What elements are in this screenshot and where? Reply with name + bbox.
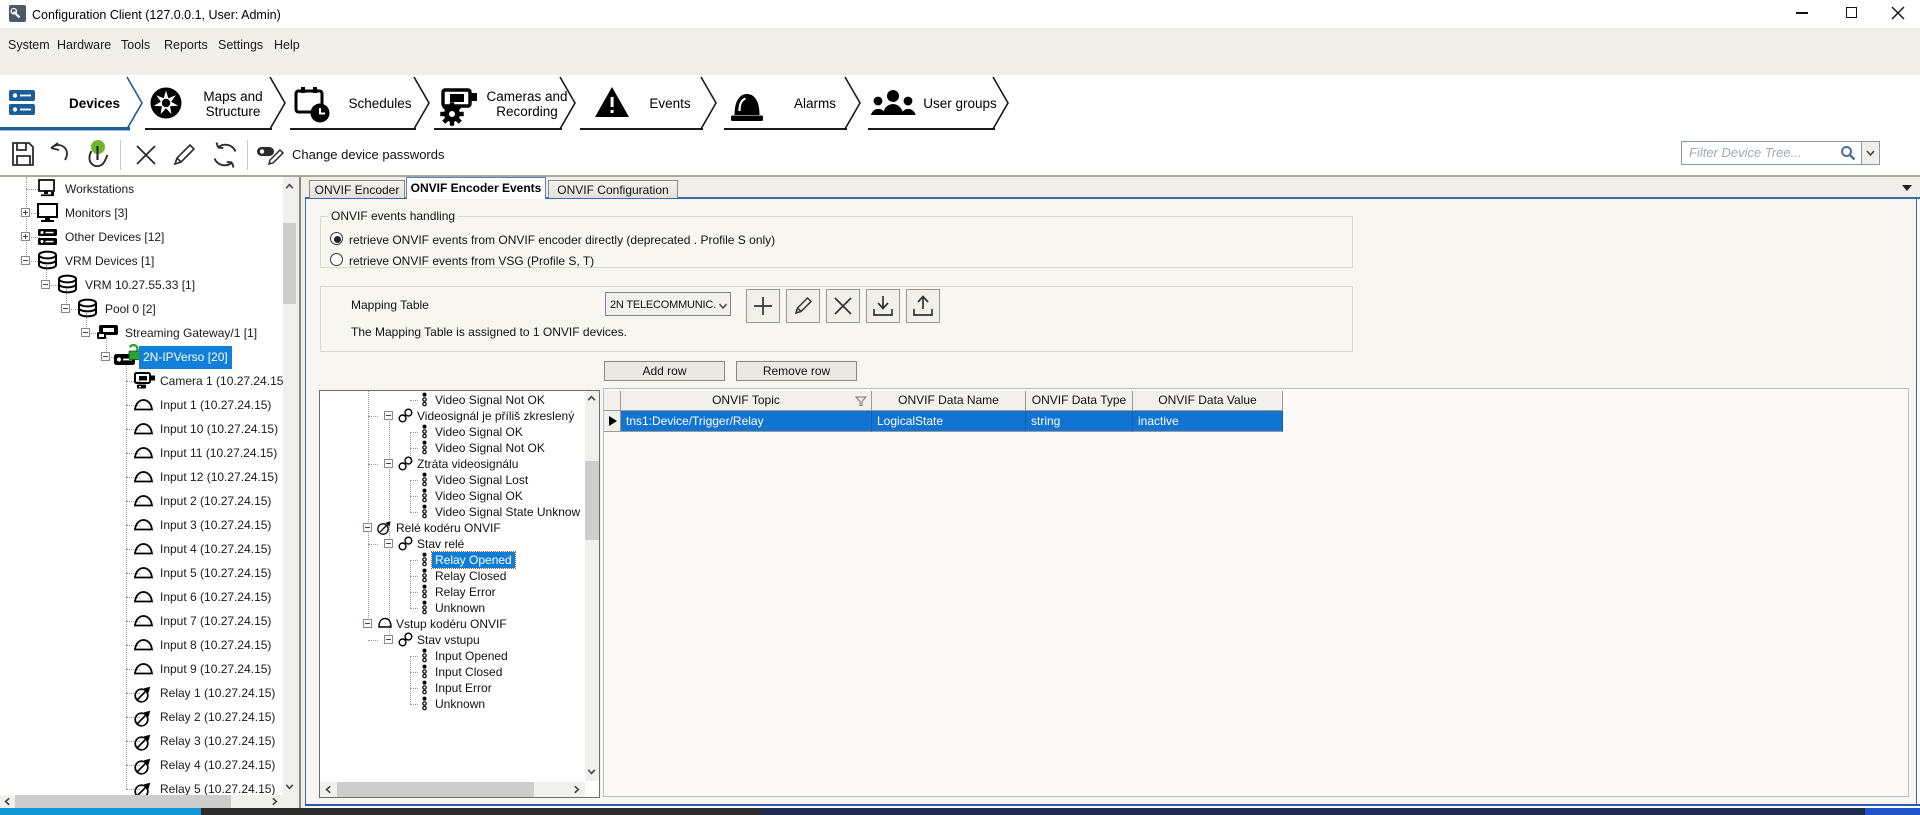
svg-text:User groups: User groups (923, 96, 997, 111)
svg-text:Maps and: Maps and (203, 89, 262, 104)
svg-text:Recording: Recording (496, 104, 558, 119)
svg-text:Cameras and: Cameras and (486, 89, 567, 104)
svg-text:Schedules: Schedules (348, 96, 411, 111)
svg-text:Devices: Devices (69, 96, 120, 111)
svg-text:Structure: Structure (206, 104, 261, 119)
svg-text:Events: Events (649, 96, 691, 111)
svg-text:Alarms: Alarms (794, 96, 836, 111)
